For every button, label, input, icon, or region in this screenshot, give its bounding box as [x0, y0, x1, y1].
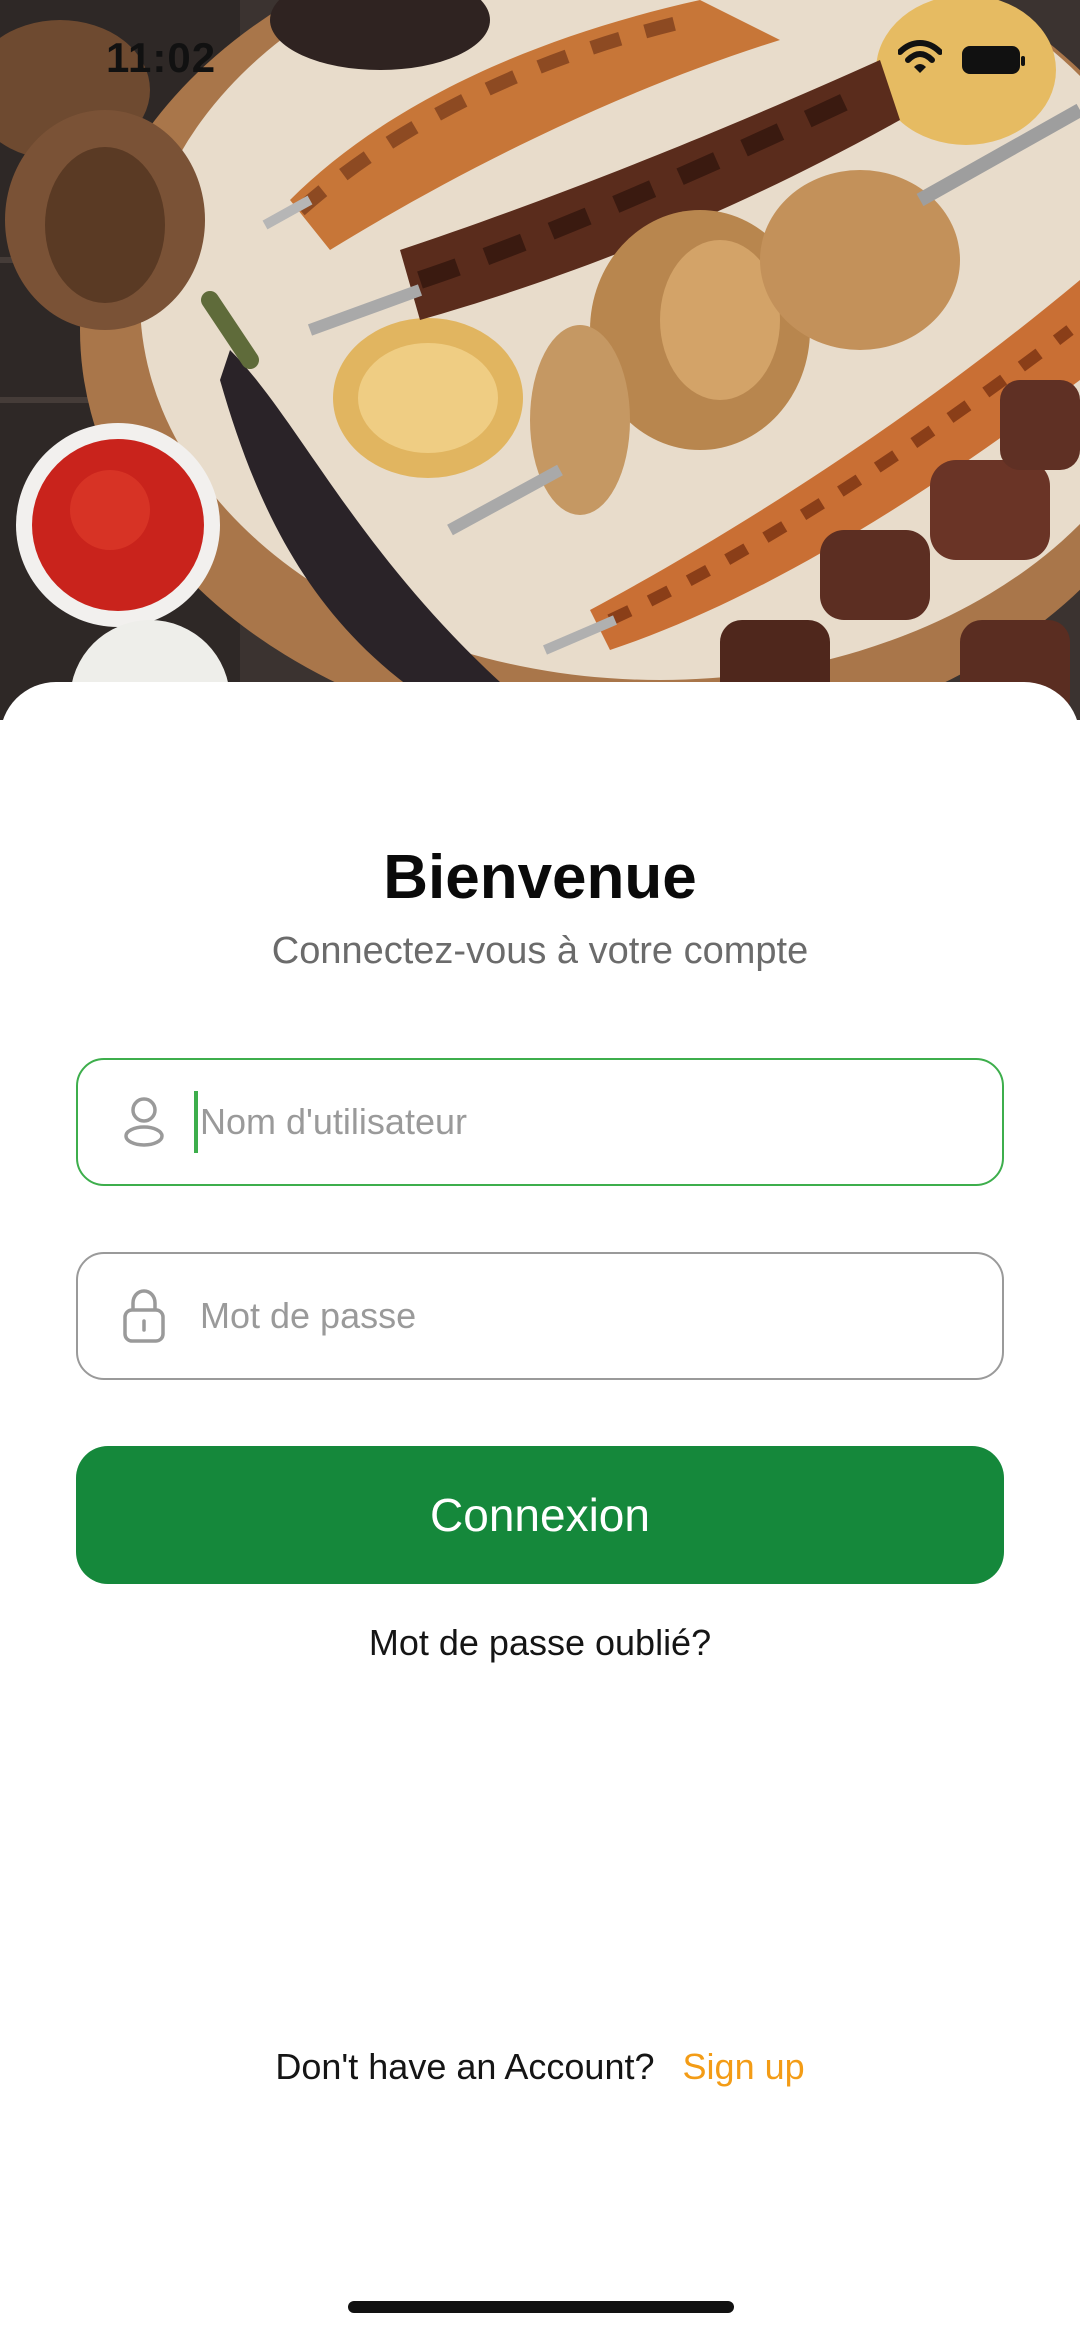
status-time: 11:02: [106, 34, 217, 81]
user-icon: [114, 1092, 174, 1152]
battery-icon: [962, 45, 1025, 74]
signup-row: Don't have an Account? Sign up: [0, 2046, 1080, 2088]
login-sheet: Bienvenue Connectez-vous à votre compte …: [0, 682, 1080, 2337]
forgot-password-link[interactable]: Mot de passe oublié?: [0, 1622, 1080, 1664]
login-button[interactable]: Connexion: [76, 1446, 1004, 1584]
lock-icon: [114, 1286, 174, 1346]
password-input[interactable]: [200, 1295, 960, 1337]
home-indicator[interactable]: [348, 2301, 734, 2313]
status-bar: 11:02: [0, 0, 1080, 120]
text-caret: [194, 1091, 198, 1153]
username-field[interactable]: [76, 1058, 1004, 1186]
welcome-title: Bienvenue: [383, 843, 697, 912]
signup-prompt: Don't have an Account?: [275, 2046, 655, 2087]
welcome-subtitle: Connectez-vous à votre compte: [271, 930, 809, 972]
signup-link[interactable]: Sign up: [683, 2046, 805, 2087]
wifi-icon: [897, 40, 943, 79]
password-field[interactable]: [76, 1252, 1004, 1380]
username-input[interactable]: [200, 1101, 960, 1143]
status-icons: [897, 40, 1025, 79]
